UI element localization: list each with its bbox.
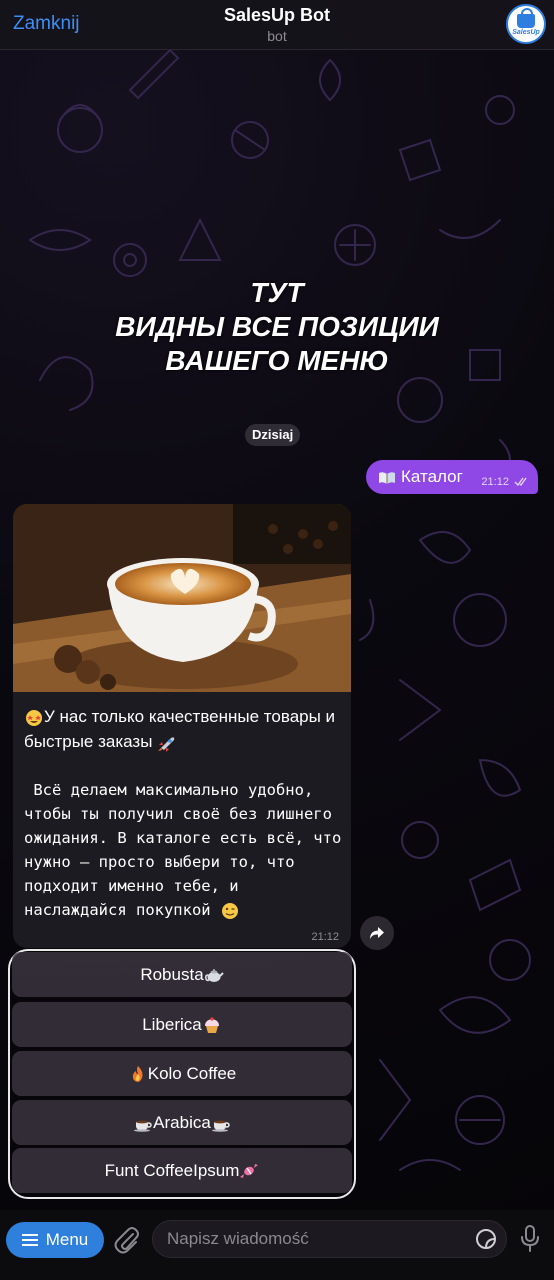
cupcake-emoji [204,1016,219,1033]
message-paragraph-1: У нас только качественные товары и быстр… [24,704,344,754]
outgoing-message[interactable]: Каталог 21:12 [366,460,538,494]
promo-caption: ТУТ ВИДНЫ ВСЕ ПОЗИЦИИ ВАШЕГО МЕНЮ [0,276,554,378]
keyboard-button-robusta[interactable]: Robusta [12,952,352,997]
star-struck-emoji [26,709,42,726]
candy-emoji [240,1163,259,1178]
incoming-message-text: У нас только качественные товары и быстр… [24,704,344,922]
message-input-bar: Menu [0,1210,554,1280]
coffee-photo-illustration [13,504,351,692]
forward-arrow-icon [370,927,384,939]
attach-paperclip-icon[interactable] [114,1226,140,1254]
incoming-message[interactable]: У нас только качественные товары и быстр… [13,504,351,948]
shopping-bag-icon [517,8,535,28]
chat-subtitle: bot [267,28,287,44]
bot-avatar[interactable]: SalesUp [506,4,546,44]
keyboard-button-label: Liberica [142,1014,202,1034]
forward-button[interactable] [360,916,394,950]
sticker-icon[interactable] [475,1228,497,1250]
keyboard-button-label: Robusta [140,964,204,984]
keyboard-button-arabica[interactable]: Arabica [12,1100,352,1145]
microphone-icon[interactable] [519,1224,541,1254]
keyboard-button-label: Funt CoffeeIpsum [104,1160,240,1180]
teapot-emoji [204,968,224,982]
keyboard-button-liberica[interactable]: Liberica [12,1002,352,1047]
winking-face-emoji [221,902,238,919]
message-paragraph-2-text: Всё делаем максимально удобно, чтобы ты … [24,781,351,919]
hamburger-icon [21,1234,38,1246]
message-input[interactable] [152,1220,507,1258]
avatar-logo-text: SalesUp [512,29,540,36]
promo-line-2: ВИДНЫ ВСЕ ПОЗИЦИИ [115,311,439,342]
keyboard-button-label: Arabica [153,1112,211,1132]
message-paragraph-2: Всё делаем максимально удобно, чтобы ты … [24,778,344,922]
fire-emoji [132,1065,143,1082]
promo-line-3: ВАШЕГО МЕНЮ [165,345,389,376]
rocket-emoji [158,736,175,752]
hot-beverage-emoji [134,1120,152,1132]
chat-title-block[interactable]: SalesUp Bot bot [0,5,554,44]
keyboard-button-funt-coffeeipsum[interactable]: Funt CoffeeIpsum [12,1148,352,1193]
bot-menu-label: Menu [45,1230,89,1249]
date-separator: Dzisiaj [245,424,301,446]
outgoing-message-time: 21:12 [481,476,509,488]
message-paragraph-1-text: У нас только качественные товары и быстр… [24,707,336,751]
keyboard-button-label: Kolo Coffee [147,1063,237,1083]
latte-art-coffee-cup-photo[interactable] [13,504,351,692]
chat-header: Zamknij SalesUp Bot bot SalesUp [0,0,554,50]
hot-beverage-emoji [211,1120,230,1132]
keyboard-button-kolo-coffee[interactable]: Kolo Coffee [12,1051,352,1096]
open-book-icon [379,472,395,484]
double-check-icon [514,477,527,487]
chat-title: SalesUp Bot [223,5,331,25]
bot-menu-button[interactable]: Menu [6,1222,104,1258]
outgoing-message-text: Каталог [401,467,463,486]
incoming-message-time: 21:12 [311,931,339,943]
promo-line-1: ТУТ [250,277,304,308]
outgoing-message-meta: 21:12 [481,476,528,488]
